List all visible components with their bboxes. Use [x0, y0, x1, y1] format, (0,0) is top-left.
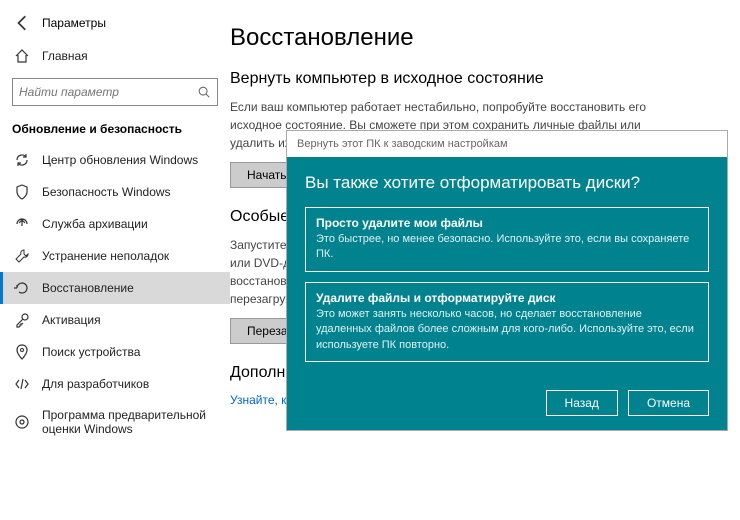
option-clean-drive[interactable]: Удалите файлы и отформатируйте диск Это … [305, 282, 709, 362]
option-title: Просто удалите мои файлы [316, 216, 698, 230]
sidebar-item-label: Служба архивации [42, 217, 216, 231]
sidebar-item-developers[interactable]: Для разработчиков [0, 368, 230, 400]
sidebar-item-label: Поиск устройства [42, 345, 216, 359]
sidebar-item-label: Центр обновления Windows [42, 153, 216, 167]
reset-heading: Вернуть компьютер в исходное состояние [230, 70, 720, 88]
reset-dialog: Вернуть этот ПК к заводским настройкам В… [286, 130, 728, 431]
sidebar-item-insider[interactable]: Программа предварительной оценки Windows [0, 400, 230, 445]
option-desc: Это может занять несколько часов, но сде… [316, 307, 698, 353]
shield-icon [14, 184, 30, 200]
page-title: Восстановление [230, 24, 720, 52]
wrench-icon [14, 248, 30, 264]
sidebar-item-label: Устранение неполадок [42, 249, 216, 263]
sidebar-item-troubleshoot[interactable]: Устранение неполадок [0, 240, 230, 272]
sidebar-item-label: Безопасность Windows [42, 185, 216, 199]
home-icon [14, 48, 30, 64]
insider-icon [14, 414, 30, 430]
sidebar-item-recovery[interactable]: Восстановление [0, 272, 230, 304]
option-title: Удалите файлы и отформатируйте диск [316, 291, 698, 305]
sidebar-item-backup[interactable]: Служба архивации [0, 208, 230, 240]
sidebar-item-label: Для разработчиков [42, 377, 216, 391]
recovery-icon [14, 280, 30, 296]
window-title: Параметры [42, 16, 106, 30]
cancel-button[interactable]: Отмена [628, 390, 709, 416]
dialog-title: Вы также хотите отформатировать диски? [305, 173, 709, 193]
dialog-caption: Вернуть этот ПК к заводским настройкам [287, 131, 727, 157]
sidebar: Параметры Главная Обновление и безопасно… [0, 0, 230, 520]
sidebar-item-home[interactable]: Главная [0, 40, 230, 72]
sidebar-section-label: Обновление и безопасность [0, 116, 230, 144]
back-icon[interactable] [14, 14, 32, 32]
sidebar-item-activation[interactable]: Активация [0, 304, 230, 336]
location-icon [14, 344, 30, 360]
sidebar-item-label: Главная [42, 49, 216, 63]
key-icon [14, 312, 30, 328]
sidebar-item-label: Восстановление [42, 281, 216, 295]
backup-icon [14, 216, 30, 232]
dev-icon [14, 376, 30, 392]
search-input[interactable] [12, 78, 218, 106]
search-field[interactable] [19, 85, 197, 99]
sidebar-item-find-device[interactable]: Поиск устройства [0, 336, 230, 368]
sidebar-item-security[interactable]: Безопасность Windows [0, 176, 230, 208]
option-remove-files[interactable]: Просто удалите мои файлы Это быстрее, но… [305, 207, 709, 272]
sync-icon [14, 152, 30, 168]
sidebar-item-label: Активация [42, 313, 216, 327]
search-icon [197, 85, 211, 99]
sidebar-item-label: Программа предварительной оценки Windows [42, 408, 216, 437]
back-button[interactable]: Назад [546, 390, 618, 416]
sidebar-item-update[interactable]: Центр обновления Windows [0, 144, 230, 176]
option-desc: Это быстрее, но менее безопасно. Использ… [316, 232, 698, 263]
